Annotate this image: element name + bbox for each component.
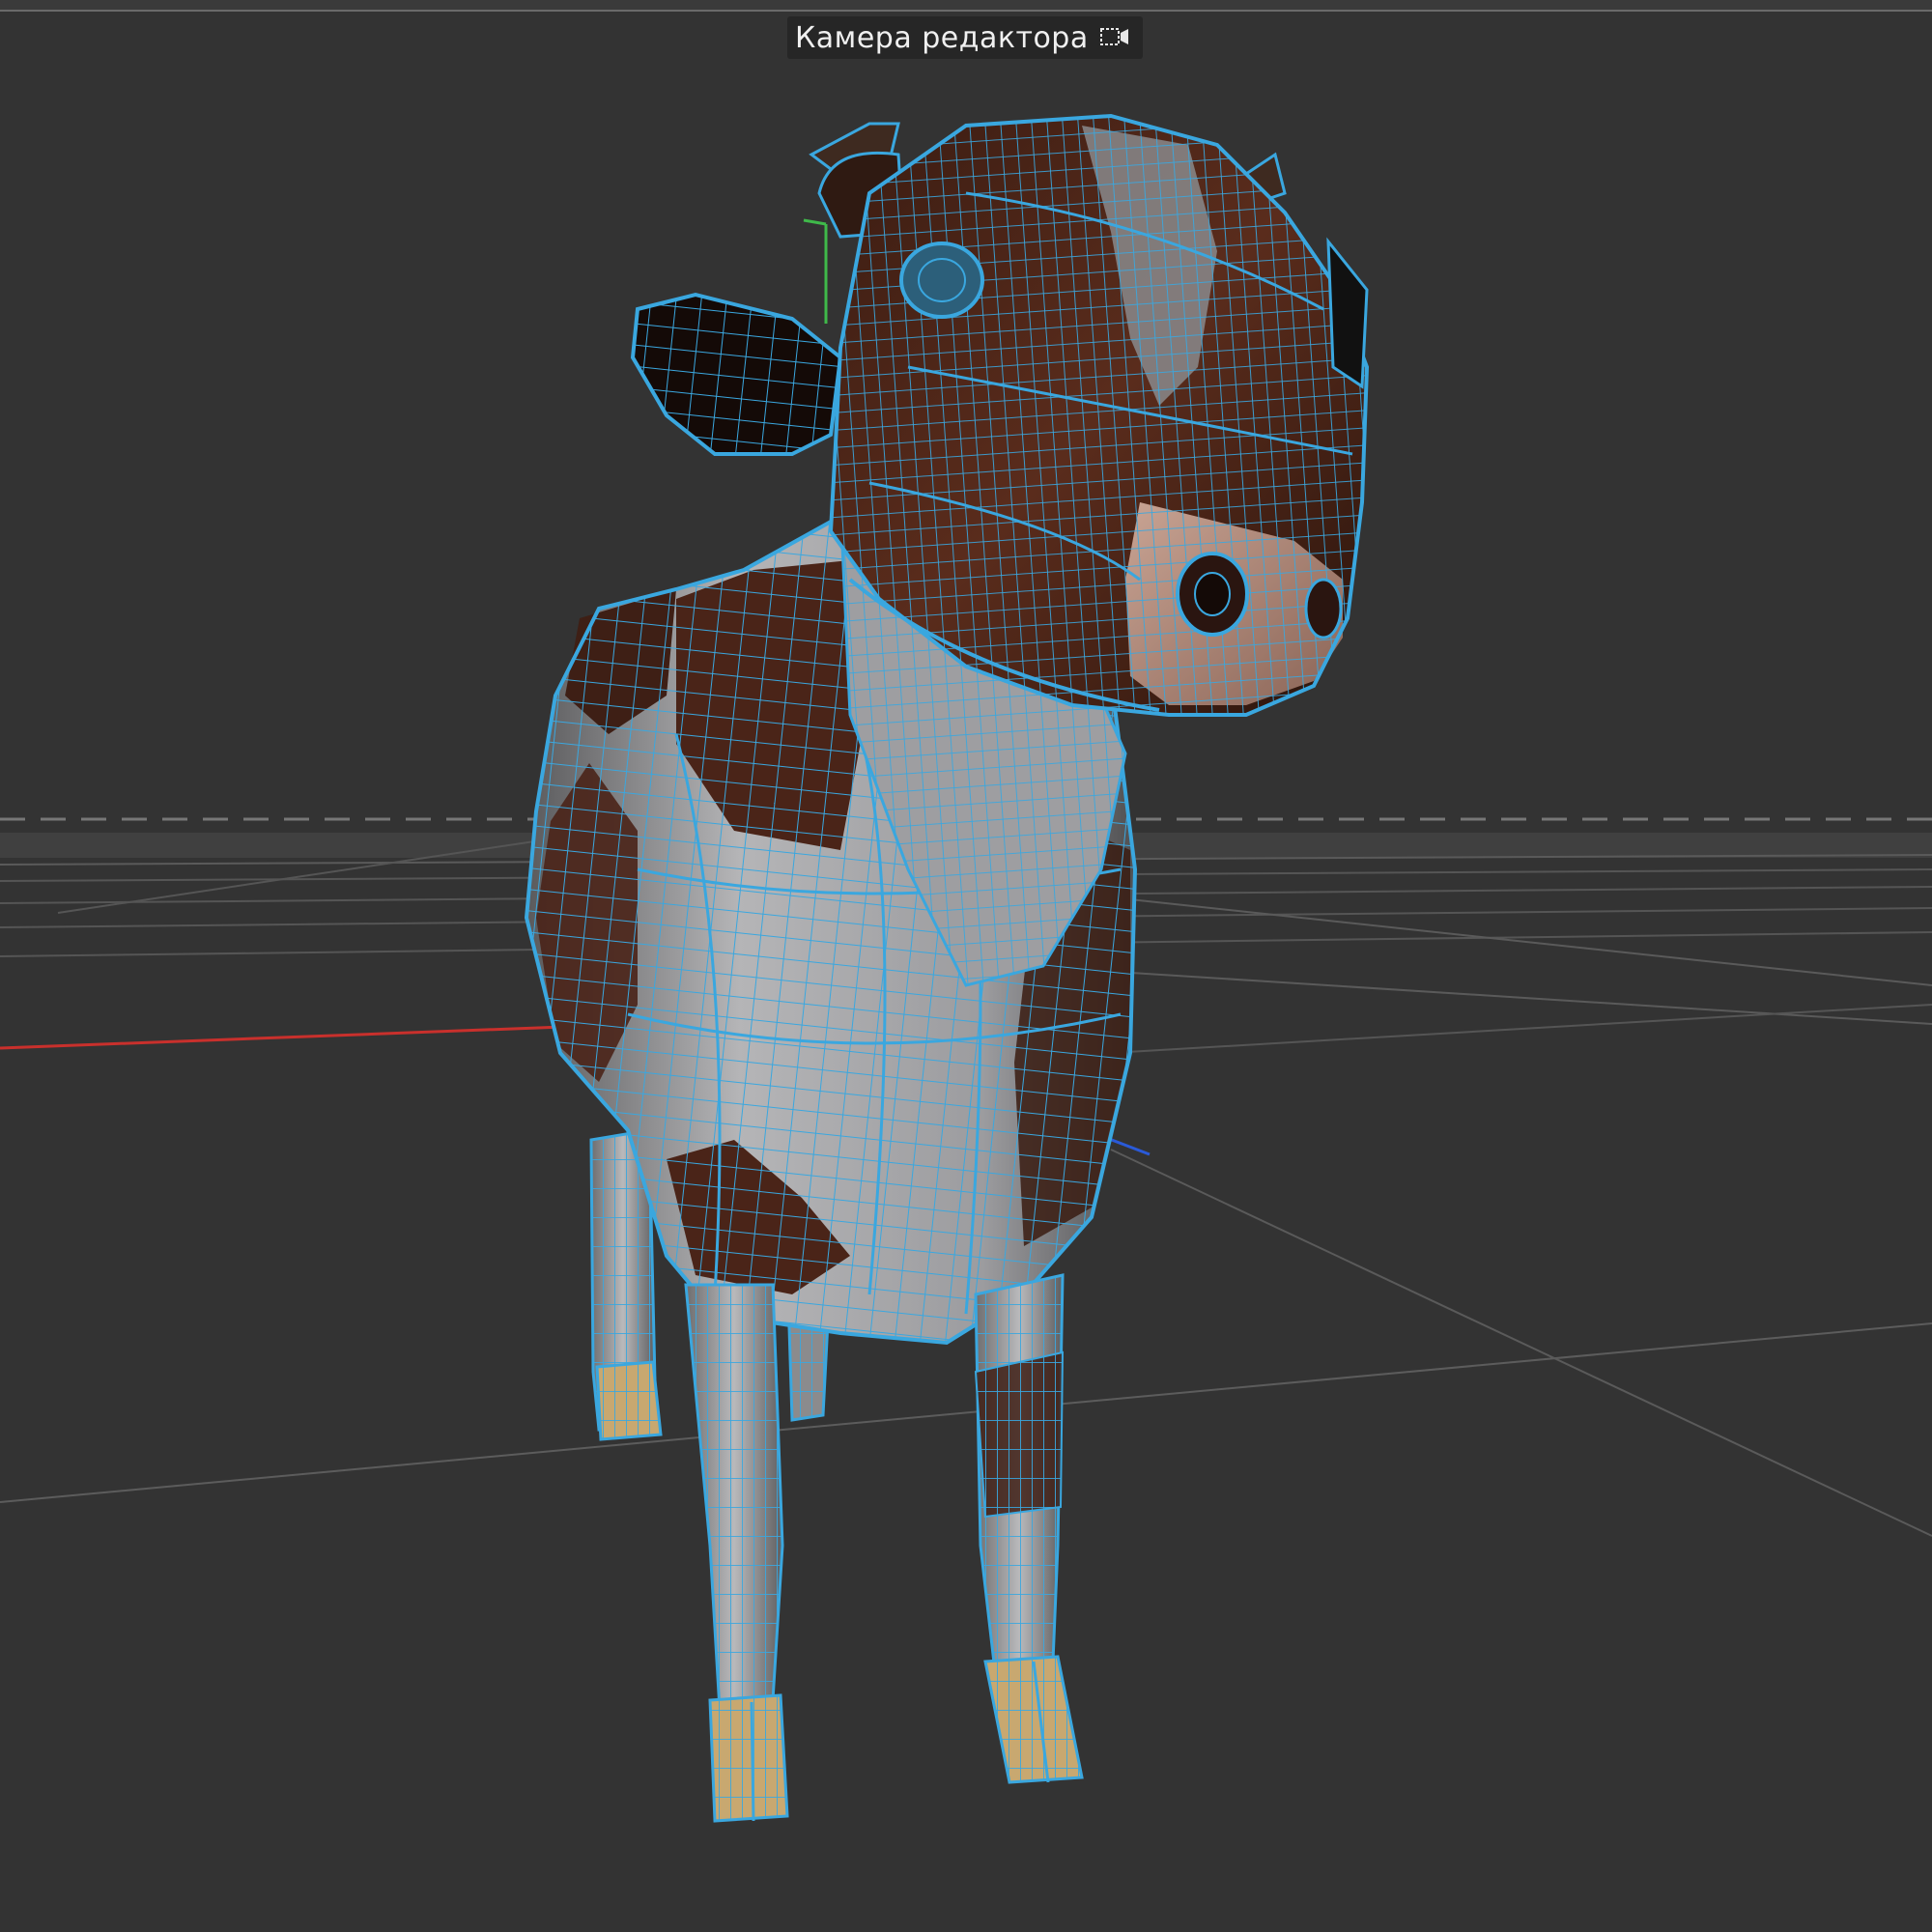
camera-selector-button[interactable]: Камера редактора — [787, 16, 1143, 59]
camera-label-text: Камера редактора — [795, 20, 1089, 55]
cow-head — [828, 113, 1370, 717]
x-axis-line — [0, 1024, 590, 1050]
front-left-leg — [684, 1283, 789, 1823]
cow-model[interactable] — [524, 113, 1370, 1823]
scene-canvas[interactable] — [0, 0, 1932, 1932]
3d-viewport[interactable]: Камера редактора — [0, 0, 1932, 1932]
video-camera-icon — [1098, 24, 1131, 51]
viewport-top-border — [0, 0, 1932, 12]
front-right-leg — [974, 1273, 1084, 1784]
cow-ear-left — [630, 292, 843, 456]
